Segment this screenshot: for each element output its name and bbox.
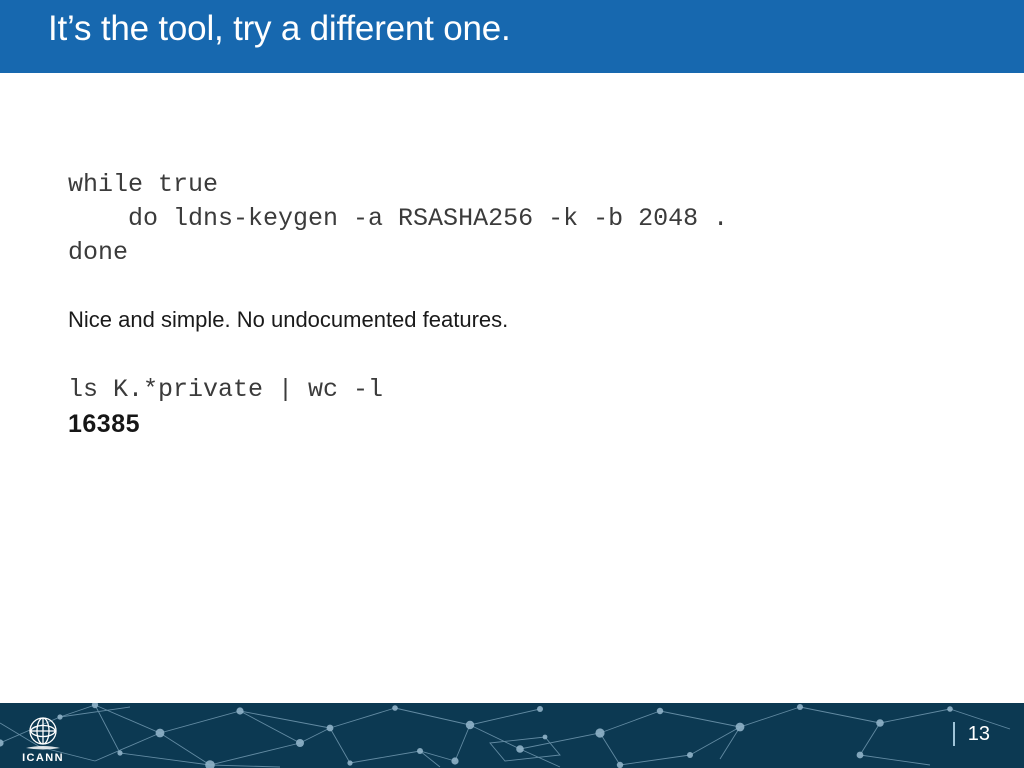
page-number-separator [952,722,955,746]
network-pattern-icon [0,703,1011,768]
page-number: 13 [967,722,990,745]
prose-note: Nice and simple. No undocumented feature… [68,307,509,332]
content-spacer-2 [68,335,948,373]
page-number-group: 13 [952,722,990,746]
slide-footer [0,703,1024,768]
code-result-count: 16385 [68,410,141,438]
icann-wordmark: ICANN [22,752,64,764]
icann-logo-icon: ICANN [22,717,64,764]
slide-title-bar: It’s the tool, try a different one. [0,0,1024,73]
slide-content: while true do ldns-keygen -a RSASHA256 -… [68,168,948,441]
code-block-keygen-loop: while true do ldns-keygen -a RSASHA256 -… [68,170,729,267]
slide: It’s the tool, try a different one. whil… [0,0,1024,768]
page-title: It’s the tool, try a different one. [48,9,511,48]
code-block-count-command: ls K.*private | wc -l [68,375,384,404]
content-spacer-1 [68,270,948,305]
